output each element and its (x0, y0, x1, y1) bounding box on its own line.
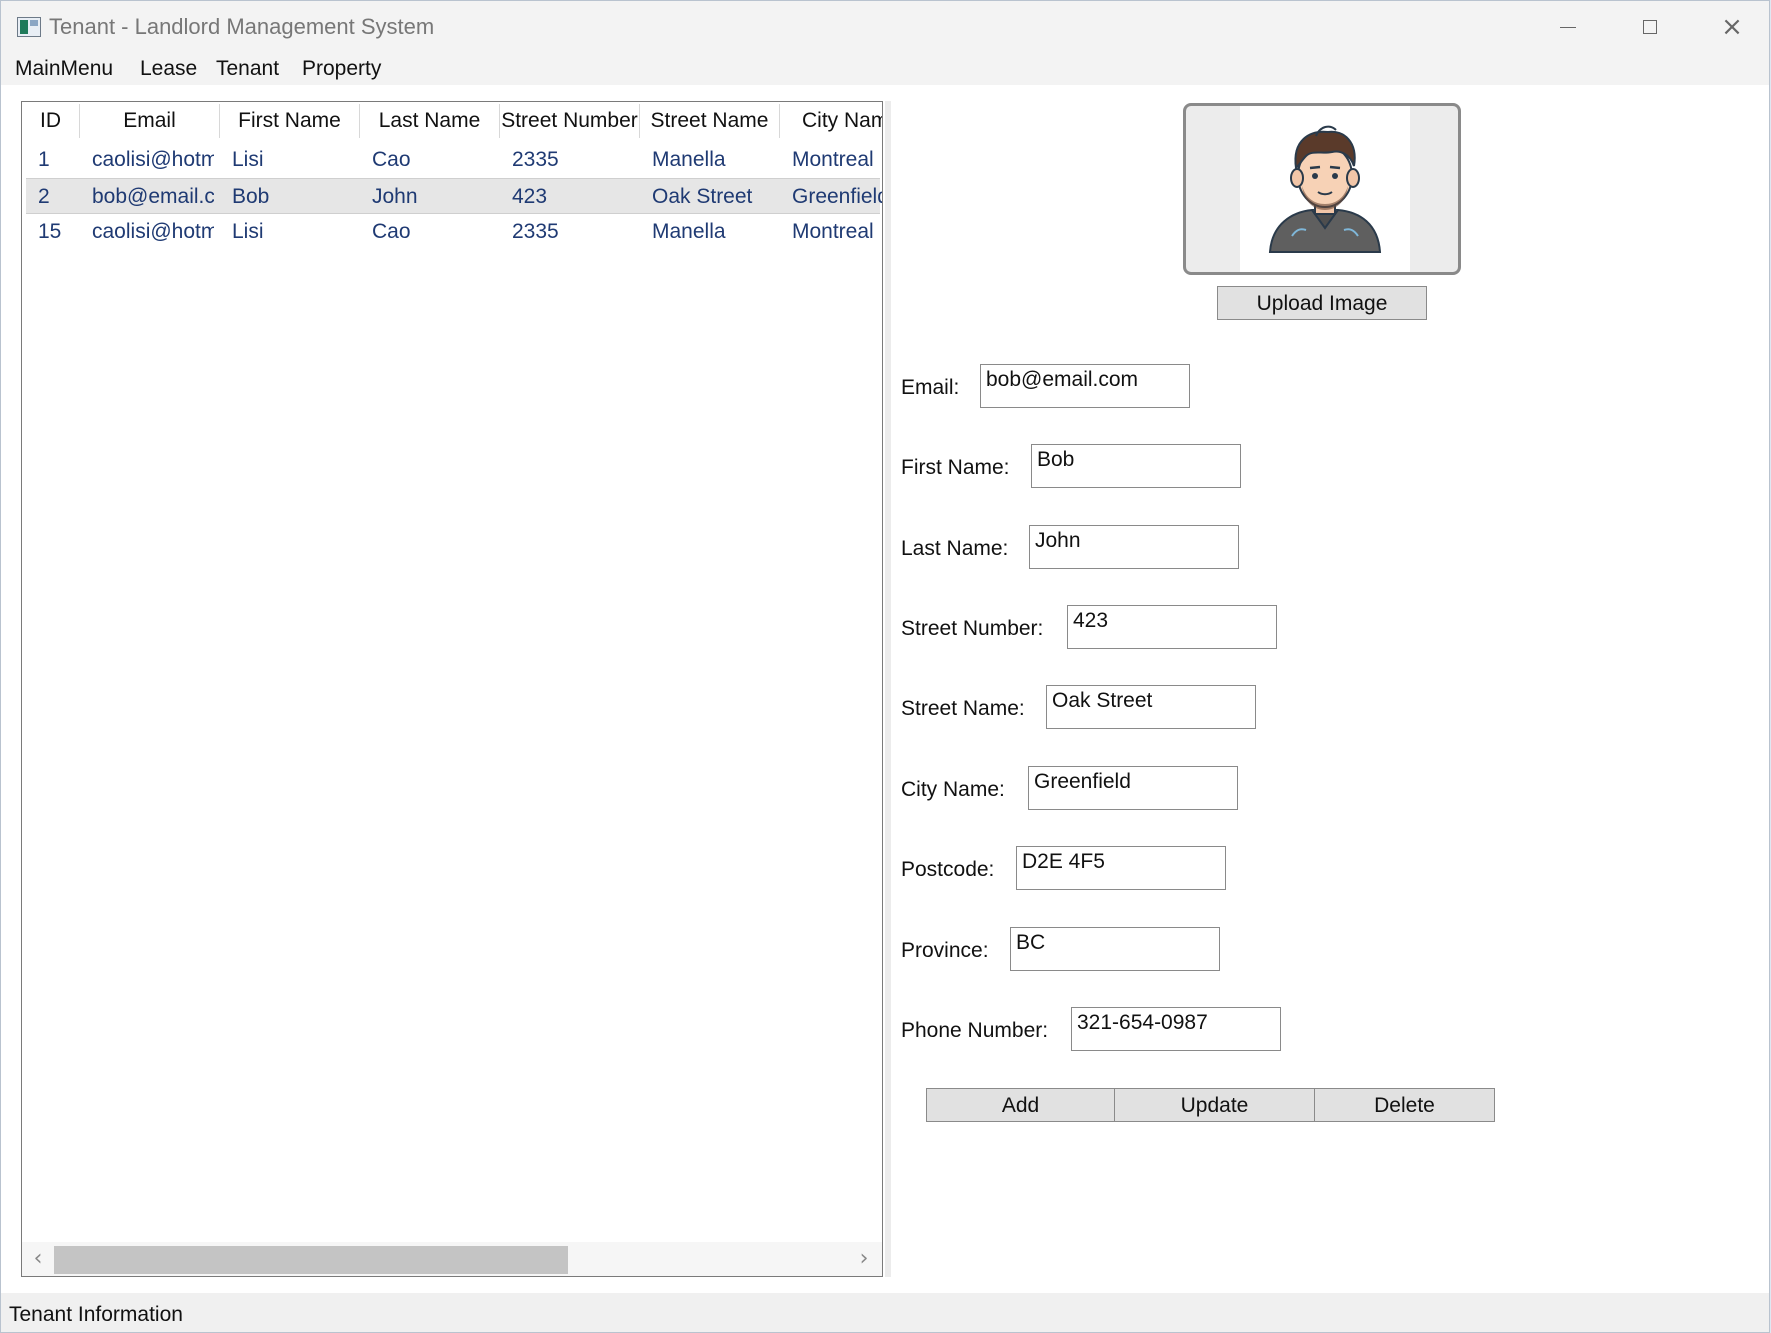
status-bar: Tenant Information (1, 1293, 1769, 1332)
scroll-left-icon[interactable]: ‹ (26, 1244, 50, 1274)
cell-email: bob@email.com (92, 185, 214, 208)
cell-street-number: 2335 (512, 148, 559, 171)
cell-first-name: Bob (232, 185, 270, 208)
cell-last-name: Cao (372, 220, 411, 243)
city-name-field[interactable] (1028, 766, 1238, 810)
update-button[interactable]: Update (1114, 1088, 1315, 1122)
table-row-selected[interactable]: 2 bob@email.com Bob John 423 Oak Street … (26, 178, 883, 214)
horizontal-scrollbar[interactable]: ‹ › (22, 1242, 882, 1276)
column-header-street-name[interactable]: Street Name (640, 104, 780, 138)
minimize-icon (1560, 26, 1576, 28)
city-name-label: City Name: (901, 778, 1005, 801)
street-name-field[interactable] (1046, 685, 1256, 729)
menu-bar: MainMenu Lease Tenant Property (1, 53, 1769, 85)
first-name-field[interactable] (1031, 444, 1241, 488)
column-header-first-name[interactable]: First Name (220, 104, 360, 138)
province-label: Province: (901, 939, 989, 962)
cell-street-name: Manella (652, 148, 726, 171)
user-avatar-illustration (1240, 106, 1410, 272)
cell-first-name: Lisi (232, 148, 264, 171)
cell-last-name: Cao (372, 148, 411, 171)
first-name-label: First Name: (901, 456, 1010, 479)
cell-last-name: John (372, 185, 418, 208)
avatar-image (1268, 125, 1382, 253)
column-header-street-number[interactable]: Street Number (500, 104, 640, 138)
column-header-city-name[interactable]: City Name (780, 104, 882, 138)
email-label: Email: (901, 376, 960, 399)
close-icon: × (1721, 12, 1743, 42)
tenant-photo-frame (1183, 103, 1461, 275)
window-title: Tenant - Landlord Management System (49, 14, 435, 39)
cell-email: caolisi@hotmail.com (92, 220, 214, 243)
tenant-data-grid[interactable]: ID Email First Name Last Name Street Num… (21, 101, 883, 1277)
upload-image-button[interactable]: Upload Image (1217, 286, 1427, 320)
street-number-field[interactable] (1067, 605, 1277, 649)
app-window: Tenant - Landlord Management System × Ma… (0, 0, 1770, 1333)
cell-first-name: Lisi (232, 220, 264, 243)
last-name-field[interactable] (1029, 525, 1239, 569)
scrollbar-thumb[interactable] (54, 1246, 568, 1274)
phone-number-field[interactable] (1071, 1007, 1281, 1051)
last-name-label: Last Name: (901, 537, 1009, 560)
email-field[interactable] (980, 364, 1190, 408)
menu-item-tenant[interactable]: Tenant (216, 57, 279, 81)
app-window-icon (17, 17, 41, 37)
title-bar[interactable]: Tenant - Landlord Management System × (1, 1, 1769, 53)
phone-number-label: Phone Number: (901, 1019, 1049, 1042)
column-header-email[interactable]: Email (80, 104, 220, 138)
column-header-last-name[interactable]: Last Name (360, 104, 500, 138)
grid-header: ID Email First Name Last Name Street Num… (22, 104, 882, 138)
maximize-button[interactable] (1609, 1, 1691, 53)
cell-street-name: Oak Street (652, 185, 753, 208)
postcode-label: Postcode: (901, 858, 995, 881)
menu-item-lease[interactable]: Lease (140, 57, 197, 81)
menu-item-property[interactable]: Property (302, 57, 381, 81)
cell-id: 15 (38, 220, 62, 243)
cell-street-number: 2335 (512, 220, 559, 243)
maximize-icon (1643, 20, 1657, 34)
cell-street-name: Manella (652, 220, 726, 243)
street-name-label: Street Name: (901, 697, 1025, 720)
cell-street-number: 423 (512, 185, 548, 208)
status-text: Tenant Information (9, 1303, 183, 1326)
street-number-label: Street Number: (901, 617, 1044, 640)
cell-city-name: Montreal (792, 220, 874, 243)
cell-city-name: Montreal (792, 148, 874, 171)
delete-button[interactable]: Delete (1314, 1088, 1495, 1122)
minimize-button[interactable] (1527, 1, 1609, 53)
cell-city-name: Greenfield (792, 185, 883, 208)
column-header-id[interactable]: ID (22, 104, 80, 138)
menu-item-mainmenu[interactable]: MainMenu (15, 57, 113, 81)
scroll-right-icon[interactable]: › (852, 1244, 876, 1274)
cell-id: 1 (38, 148, 50, 171)
postcode-field[interactable] (1016, 846, 1226, 890)
cell-email: caolisi@hotmail.com (92, 148, 214, 171)
close-button[interactable]: × (1691, 1, 1769, 53)
table-row[interactable]: 15 caolisi@hotmail.com Lisi Cao 2335 Man… (26, 214, 880, 250)
province-field[interactable] (1010, 927, 1220, 971)
cell-id: 2 (38, 185, 50, 208)
table-row[interactable]: 1 caolisi@hotmail.com Lisi Cao 2335 Mane… (26, 142, 880, 178)
panel-splitter[interactable] (885, 101, 891, 1277)
add-button[interactable]: Add (926, 1088, 1115, 1122)
